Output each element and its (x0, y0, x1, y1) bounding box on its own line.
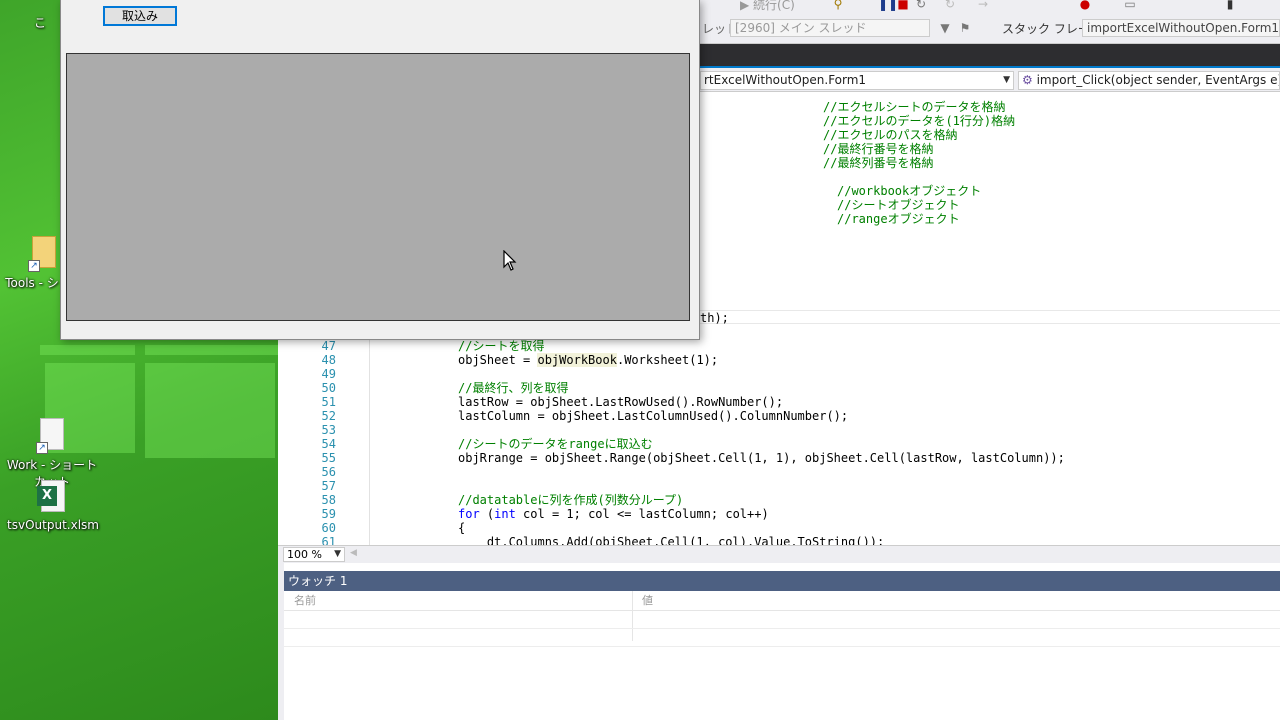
excel-file-icon: X (37, 480, 69, 516)
line-number: 61 (321, 535, 336, 545)
zoom-combo[interactable]: 100 % ▼ (283, 547, 345, 562)
code-comment: //datatableに列を作成(列数分ループ) (458, 493, 684, 507)
code-keyword: for (458, 507, 480, 521)
class-combo-value: rtExcelWithoutOpen.Form1 (704, 73, 867, 87)
line-number: 48 (321, 353, 336, 367)
folder-shortcut-icon: ↗ (36, 418, 68, 454)
data-grid-view[interactable] (66, 53, 690, 321)
line-number: 56 (321, 465, 336, 479)
code-comment: //最終行番号を格納 (823, 142, 934, 156)
line-number: 60 (321, 521, 336, 535)
thread-combo[interactable]: [2960] メイン スレッド (730, 19, 930, 37)
code-line: lastColumn = objSheet.LastColumnUsed().C… (458, 409, 849, 423)
line-number: 47 (321, 339, 336, 353)
code-comment: //rangeオブジェクト (837, 212, 960, 226)
code-line: objRrange = objSheet.Range(objSheet.Cell… (458, 451, 1065, 465)
code-comment: //シートのデータをrangeに取込む (458, 437, 653, 451)
refresh-icon[interactable]: ↻ (943, 0, 957, 11)
flag-icon[interactable]: ⚑ (958, 21, 972, 35)
code-fragment: col = 1; col <= lastColumn; col++) (515, 507, 769, 521)
code-comment: //シートオブジェクト (837, 198, 960, 212)
breakpoint-icon[interactable]: ● (1078, 0, 1092, 11)
code-comment: //最終行、列を取得 (458, 381, 569, 395)
chevron-down-icon: ▼ (1003, 75, 1010, 85)
method-icon: ⚙ (1022, 73, 1033, 87)
find-icon[interactable]: ⚲ (831, 0, 845, 11)
mouse-cursor-icon (503, 250, 517, 271)
code-comment: //エクセルのパスを格納 (823, 128, 958, 142)
line-number: 59 (321, 507, 336, 521)
code-comment: //エクセルシートのデータを格納 (823, 100, 1006, 114)
line-number: 55 (321, 451, 336, 465)
editor-status-bar: 100 % ▼ ◀ (278, 545, 1280, 563)
windows-logo-wallpaper (40, 345, 280, 720)
code-line: objSheet = objWorkBook.Worksheet(1); (458, 353, 718, 367)
line-number: 54 (321, 437, 336, 451)
watch-panel: ウォッチ 1 名前 値 (284, 563, 1280, 720)
method-combo[interactable]: ⚙ import_Click(object sender, EventArgs … (1018, 71, 1280, 90)
desktop-icon-partial-label: こ (33, 16, 46, 30)
code-comment: //workbookオブジェクト (837, 184, 982, 198)
import-button[interactable]: 取込み (103, 6, 177, 26)
folder-shortcut-icon: ↗ (28, 236, 60, 272)
desktop-icon-partial[interactable]: こ (20, 14, 60, 31)
line-number: 51 (321, 395, 336, 409)
form-window: 取込み (60, 0, 700, 340)
watch-row[interactable] (284, 629, 1280, 647)
stop-icon[interactable]: ■ (896, 0, 910, 11)
watch-row[interactable] (284, 611, 1280, 629)
highlighted-symbol: objWorkBook (537, 353, 617, 367)
watch-panel-title[interactable]: ウォッチ 1 (284, 571, 1280, 591)
watch-column-value[interactable]: 値 (632, 591, 653, 611)
code-fragment: objSheet = (458, 353, 538, 367)
code-line: for (int col = 1; col <= lastColumn; col… (458, 507, 769, 521)
watch-column-name[interactable]: 名前 (284, 591, 316, 611)
watch-header: 名前 値 (284, 591, 1280, 611)
stack-frame-combo[interactable]: importExcelWithoutOpen.Form1.impo (1082, 19, 1280, 37)
code-comment: //エクセルのデータを(1行分)格納 (823, 114, 1016, 128)
desktop-icon-label: tsvOutput.xlsm (7, 518, 99, 532)
line-number: 50 (321, 381, 336, 395)
code-keyword: int (494, 507, 516, 521)
code-line: th); (700, 311, 729, 325)
method-combo-value: import_Click(object sender, EventArgs e) (1036, 73, 1280, 87)
code-line: dt.Columns.Add(objSheet.Cell(1, col).Val… (458, 535, 885, 545)
chevron-down-icon: ▼ (334, 549, 341, 559)
class-combo[interactable]: rtExcelWithoutOpen.Form1 ▼ (700, 71, 1014, 90)
filter-icon[interactable]: ▼ (938, 21, 952, 35)
code-comment: //シートを取得 (458, 339, 545, 353)
code-fragment: .Worksheet(1); (616, 353, 719, 367)
code-fragment: ( (479, 507, 495, 521)
code-comment: //最終列番号を格納 (823, 156, 934, 170)
step-icon[interactable]: → (976, 0, 990, 11)
line-number: 53 (321, 423, 336, 437)
bookmark-icon[interactable]: ▮ (1223, 0, 1237, 11)
line-number: 57 (321, 479, 336, 493)
line-number: 58 (321, 493, 336, 507)
pause-icon[interactable]: ❚❚ (878, 0, 898, 11)
code-line: lastRow = objSheet.LastRowUsed().RowNumb… (458, 395, 784, 409)
line-number: 49 (321, 367, 336, 381)
zoom-value: 100 % (287, 548, 322, 561)
restart-icon[interactable]: ↻ (914, 0, 928, 11)
line-number: 52 (321, 409, 336, 423)
code-line: { (458, 521, 466, 535)
scroll-left-icon[interactable]: ◀ (350, 548, 357, 558)
continue-button[interactable]: ▶ 続行(C) (740, 0, 795, 13)
desktop-icon-tsvoutput[interactable]: X tsvOutput.xlsm (3, 480, 103, 532)
window-icon[interactable]: ▭ (1123, 0, 1137, 11)
